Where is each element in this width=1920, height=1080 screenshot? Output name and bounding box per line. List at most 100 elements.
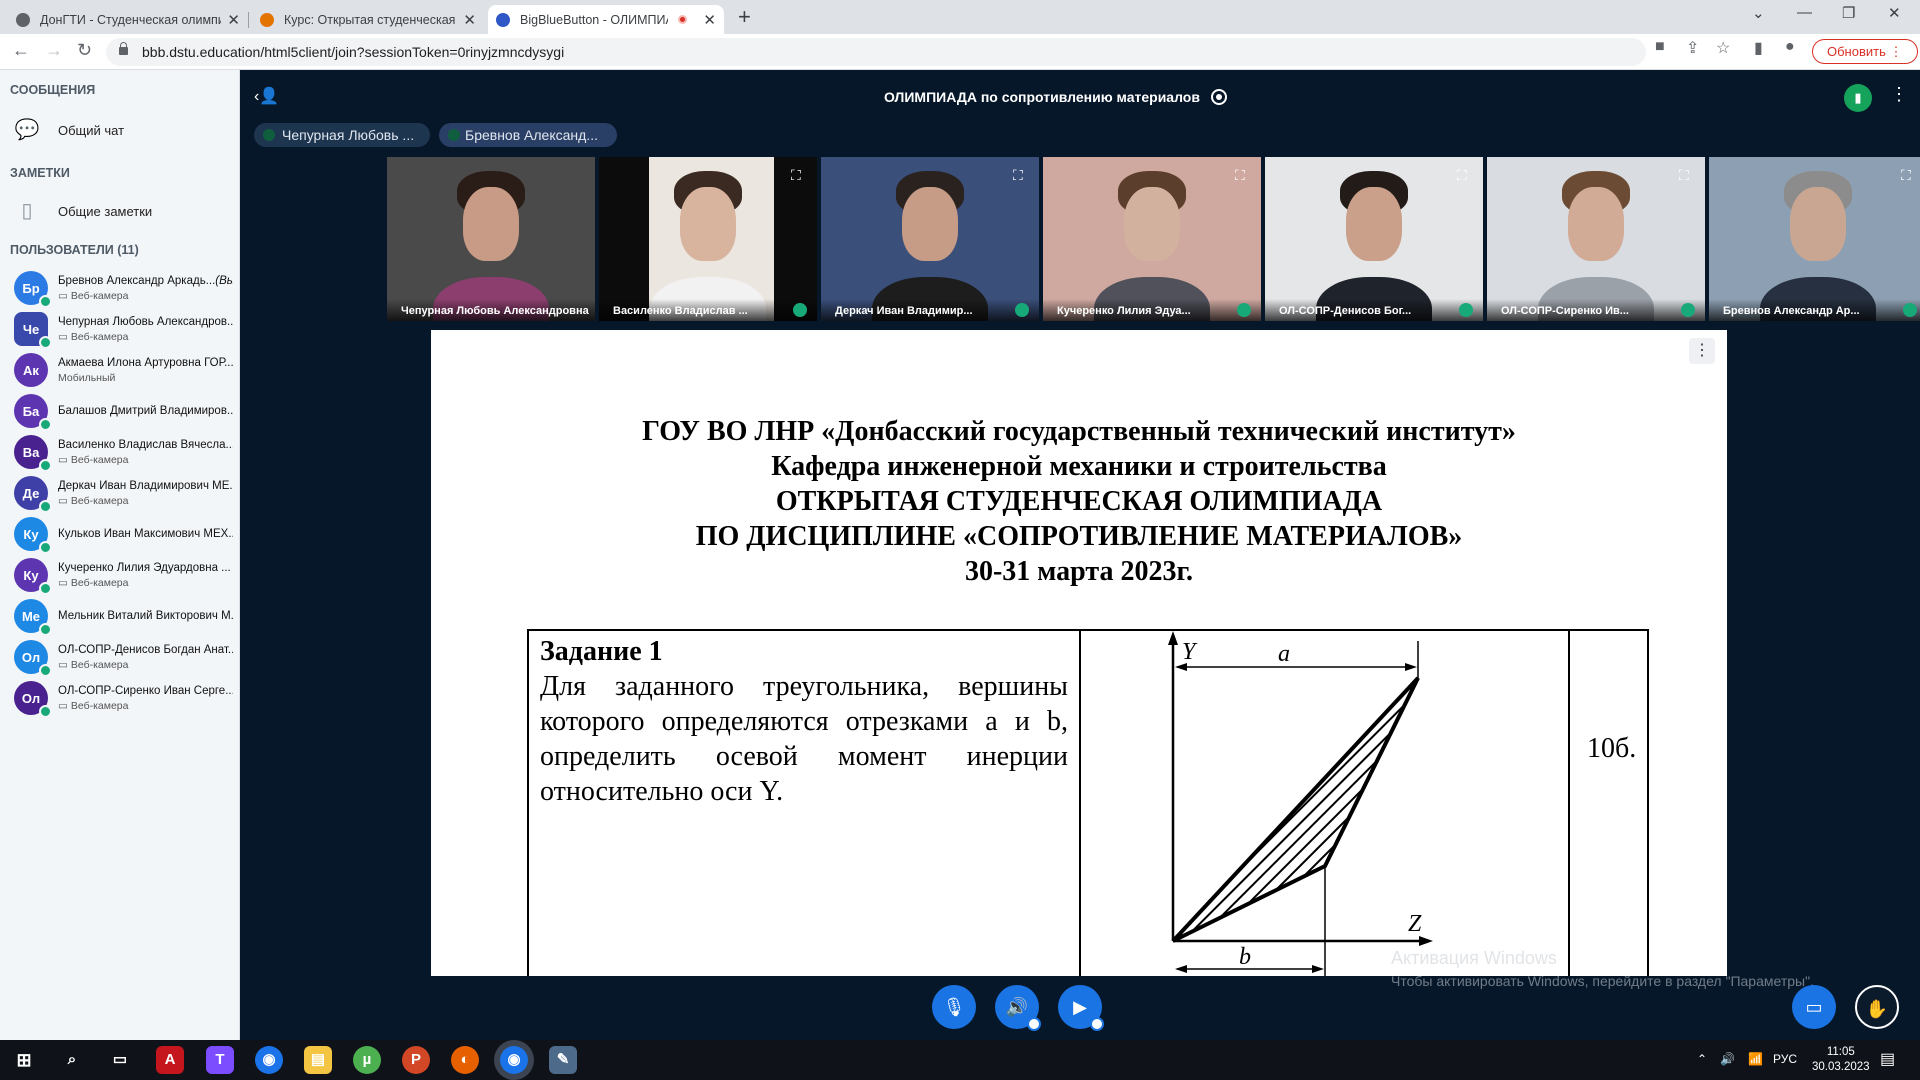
tab-dongti[interactable]: ДонГТИ - Студенческая олимпи ✕ (8, 5, 248, 34)
fullscreen-expand-icon[interactable]: ⛶ (1679, 167, 1695, 183)
acrobat-icon[interactable]: A (156, 1046, 184, 1074)
user-audio-icon (39, 582, 52, 595)
bookmark-star-icon[interactable]: ☆ (1716, 38, 1730, 58)
webcam-tile[interactable]: ОЛ-СОПР-Сиренко Ив... ⛶ (1487, 157, 1705, 321)
close-tab-icon[interactable]: ✕ (463, 11, 476, 29)
user-name-text: Чепурная Любовь Александров... (58, 315, 233, 328)
presentation-toggle-button[interactable]: ▭ (1792, 985, 1836, 1029)
you-marker: (Вы) (215, 274, 233, 287)
dimension-b-label: b (1239, 944, 1251, 970)
volume-icon[interactable]: 🔊 (1720, 1052, 1735, 1066)
headset-icon (1459, 303, 1473, 317)
user-list-item[interactable]: Че Чепурная Любовь Александров... ▭ Веб-ка… (14, 308, 238, 350)
raise-hand-button[interactable]: ✋ (1855, 985, 1899, 1029)
address-bar[interactable]: bbb.dstu.education/html5client/join?sess… (106, 38, 1646, 66)
user-status: ▭ Веб-камера (58, 331, 233, 343)
network-icon[interactable]: 📶 (1748, 1052, 1763, 1066)
maximize-button[interactable]: ❐ (1842, 4, 1855, 22)
webcam-status-icon: ▭ (58, 453, 71, 466)
new-tab-button[interactable]: + (738, 4, 751, 30)
file-explorer-icon[interactable]: ▤ (304, 1046, 332, 1074)
chrome-icon[interactable]: ◉ (255, 1046, 283, 1074)
avatar-initials: Ку (23, 526, 39, 542)
tab-bigbluebutton[interactable]: BigBlueButton - ОЛИМПИАД ✕ (488, 5, 724, 34)
webcam-user-name: ОЛ-СОПР-Денисов Бог... (1265, 299, 1483, 321)
profile-avatar-icon[interactable]: ● (1785, 38, 1795, 56)
tab-course[interactable]: Курс: Открытая студенческая ол ✕ (252, 5, 484, 34)
user-list-item[interactable]: Ме Мельник Виталий Викторович М... (14, 595, 238, 637)
webcam-tile[interactable]: ОЛ-СОПР-Денисов Бог... ⛶ (1265, 157, 1483, 321)
fullscreen-expand-icon[interactable]: ⛶ (791, 167, 807, 183)
update-button[interactable]: Обновить ⋮ (1812, 39, 1918, 64)
camera-in-use-icon[interactable]: ■ (1655, 38, 1665, 56)
audio-button[interactable]: 🔊 (995, 985, 1041, 1031)
webcam-button[interactable]: ▶ (1058, 985, 1104, 1031)
language-indicator[interactable]: РУС (1773, 1052, 1797, 1066)
share-icon[interactable]: ⇪ (1686, 38, 1699, 58)
webcam-tile[interactable]: Деркач Иван Владимир... ⛶ (821, 157, 1039, 321)
user-name: Чепурная Любовь Александров... (58, 316, 233, 328)
talker-indicator[interactable]: Чепурная Любовь ... (254, 123, 430, 147)
browser-tab-bar: ДонГТИ - Студенческая олимпи ✕ Курс: Отк… (0, 0, 1920, 34)
user-list-item[interactable]: Ку Кучеренко Лилия Эдуардовна ... ▭ Веб-ка… (14, 554, 238, 596)
user-list-item[interactable]: Ку Кульков Иван Максимович МЕХ... (14, 513, 238, 555)
user-status-text: Веб-камера (70, 494, 129, 507)
fullscreen-expand-icon[interactable]: ⛶ (1457, 167, 1473, 183)
close-tab-icon[interactable]: ✕ (703, 11, 716, 29)
close-tab-icon[interactable]: ✕ (227, 11, 240, 29)
back-arrow-icon[interactable]: ← (12, 40, 30, 61)
webcam-tile[interactable]: Бревнов Александр Ар... ⛶ (1709, 157, 1920, 321)
user-list-item[interactable]: Де Деркач Иван Владимирович МЕ... ▭ Веб-ка… (14, 472, 238, 514)
user-list-item[interactable]: Ол ОЛ-СОПР-Сиренко Иван Серге... ▭ Веб-кам… (14, 677, 238, 719)
user-name: Балашов Дмитрий Владимиров... (58, 405, 233, 417)
minimize-button[interactable]: — (1797, 4, 1812, 21)
notifications-icon[interactable]: ▤ (1880, 1049, 1895, 1069)
search-icon[interactable]: ⌕ (58, 1046, 86, 1074)
audio-options-icon[interactable] (1027, 1017, 1041, 1031)
microphone-button[interactable]: 🎙 (932, 985, 976, 1029)
tab-search-icon[interactable]: ⌄ (1752, 4, 1765, 22)
user-list-item[interactable]: Ба Балашов Дмитрий Владимиров... (14, 390, 238, 432)
taskbar-clock[interactable]: 11:05 30.03.2023 (1812, 1045, 1870, 1075)
user-list-item[interactable]: Ак Акмаева Илона Артуровна ГОР... Мобильны… (14, 349, 238, 391)
presentation-options-icon[interactable]: ⋮ (1689, 338, 1715, 364)
tray-chevron-icon[interactable]: ⌃ (1697, 1052, 1707, 1066)
user-list-item[interactable]: Бр Бревнов Александр Аркадь...(Вы) ▭ Веб-к… (14, 267, 238, 309)
toggle-userlist-icon[interactable]: ‹👤 (254, 86, 279, 106)
recording-indicator-icon (678, 15, 688, 24)
fullscreen-expand-icon[interactable]: ⛶ (1235, 167, 1251, 183)
fullscreen-expand-icon[interactable]: ⛶ (1013, 167, 1029, 183)
windows-start-icon[interactable]: ⊞ (10, 1046, 38, 1074)
reload-icon[interactable]: ↻ (77, 40, 92, 61)
z-axis-arrow (1419, 936, 1433, 946)
paint-icon[interactable]: ✎ (549, 1046, 577, 1074)
talker-indicator[interactable]: Бревнов Александ... (439, 123, 617, 147)
powerpoint-icon[interactable]: P (402, 1046, 430, 1074)
webcam-tile[interactable]: Василенко Владислав ... ⛶ (599, 157, 817, 321)
b-dimension-arrow (1175, 965, 1187, 973)
webcam-tile[interactable]: Кучеренко Лилия Эдуа... ⛶ (1043, 157, 1261, 321)
fullscreen-expand-icon[interactable]: ⛶ (1901, 167, 1917, 183)
task-view-icon[interactable]: ▭ (106, 1046, 134, 1074)
connection-status-icon[interactable]: ▮ (1844, 84, 1872, 112)
user-name: ОЛ-СОПР-Сиренко Иван Серге... (58, 685, 233, 697)
shared-notes-item[interactable]: ▯ Общие заметки (14, 196, 234, 226)
utorrent-icon[interactable]: µ (353, 1046, 381, 1074)
user-list-item[interactable]: Ол ОЛ-СОПР-Денисов Богдан Анат... ▭ Веб-ка… (14, 636, 238, 678)
recording-status-icon[interactable] (1211, 89, 1227, 105)
sidebar: СООБЩЕНИЯ 💬 Общий чат ЗАМЕТКИ ▯ Общие за… (0, 70, 240, 1040)
forward-arrow-icon[interactable]: → (45, 40, 63, 61)
side-panel-icon[interactable]: ▮ (1754, 38, 1763, 58)
chrome-active-icon[interactable]: ◉ (500, 1046, 528, 1074)
user-info: Акмаева Илона Артуровна ГОР... Мобильный (58, 357, 233, 384)
user-status-text: Мобильный (58, 371, 116, 384)
firefox-icon[interactable]: ◐ (451, 1046, 479, 1074)
public-chat-item[interactable]: 💬 Общий чат (14, 115, 234, 145)
webcam-options-icon[interactable] (1090, 1017, 1104, 1031)
webcam-tile[interactable]: Чепурная Любовь Александровна (387, 157, 595, 321)
user-list-item[interactable]: Ва Василенко Владислав Вячесла... ▭ Веб-ка… (14, 431, 238, 473)
triangle-diagram: Y a Z b (1168, 631, 1433, 976)
close-window-button[interactable]: ✕ (1888, 4, 1901, 22)
options-menu-icon[interactable]: ⋮ (1890, 84, 1908, 105)
teams-icon[interactable]: T (206, 1046, 234, 1074)
